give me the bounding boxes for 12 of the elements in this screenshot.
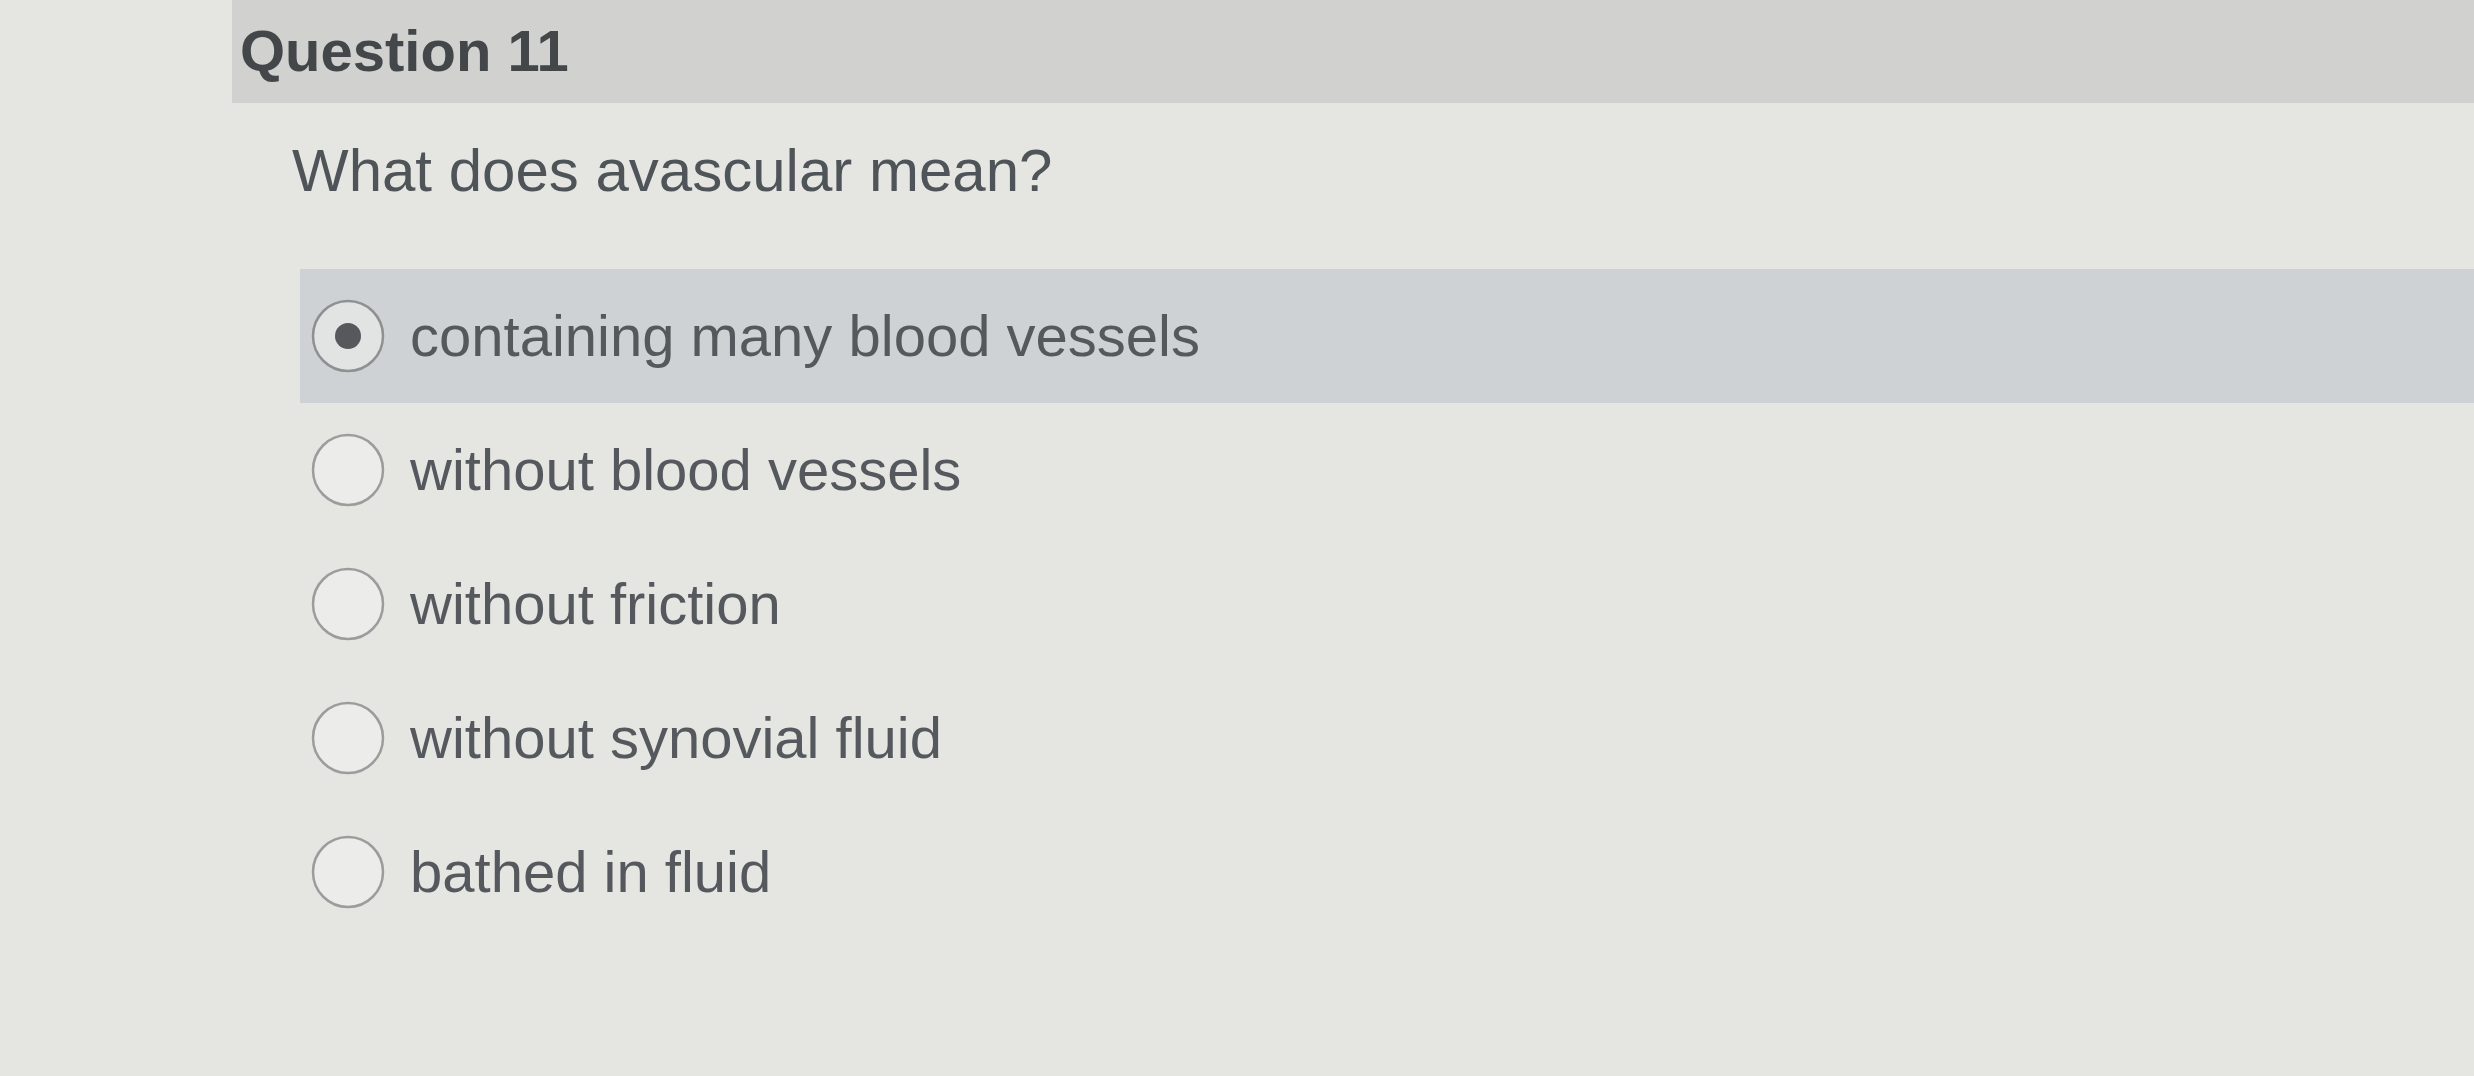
radio-button[interactable] <box>311 433 385 507</box>
question-text: What does avascular mean? <box>292 136 1054 206</box>
answer-option[interactable]: without friction <box>300 537 793 671</box>
radio-button[interactable] <box>311 299 385 373</box>
question-title: Question 11 <box>240 18 569 85</box>
answer-option[interactable]: bathed in fluid <box>300 805 784 939</box>
answer-option[interactable]: containing many blood vessels <box>300 269 2474 403</box>
answer-option[interactable]: without blood vessels <box>300 403 974 537</box>
radio-button[interactable] <box>311 567 385 641</box>
answer-option[interactable]: without synovial fluid <box>300 671 954 805</box>
radio-button[interactable] <box>311 701 385 775</box>
radio-button[interactable] <box>311 835 385 909</box>
